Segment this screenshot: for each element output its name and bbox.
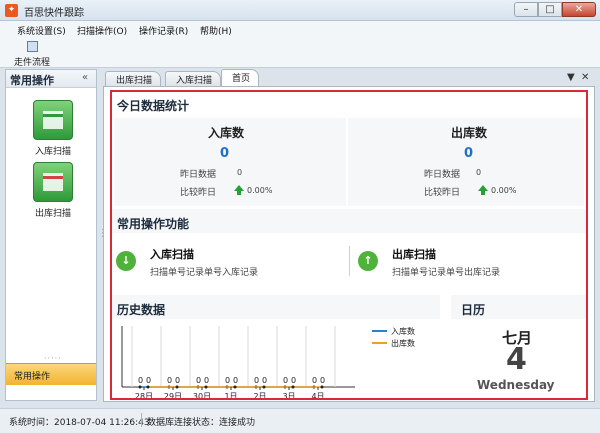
window-title: 百思快件跟踪 bbox=[24, 8, 84, 19]
sidebar-item-outbound-scan[interactable]: 出库扫描 bbox=[24, 162, 82, 219]
status-separator bbox=[141, 413, 142, 427]
outbound-compare-label: 比较昨日 bbox=[424, 188, 461, 198]
legend-label-outbound: 出库数 bbox=[391, 339, 415, 348]
inbound-yesterday-value: 0 bbox=[237, 168, 243, 177]
sidebar-splitter-grip[interactable]: ····· bbox=[44, 354, 62, 363]
outbound-yesterday-label: 昨日数据 bbox=[424, 170, 461, 180]
outbound-scan-icon bbox=[33, 162, 73, 202]
data-label: 0 bbox=[312, 376, 317, 385]
inbound-scan-icon bbox=[33, 100, 73, 140]
data-label: 0 bbox=[175, 376, 180, 385]
sidebar-item-label: 入库扫描 bbox=[34, 147, 71, 157]
inbound-function-desc: 扫描单号记录单号入库记录 bbox=[150, 268, 259, 278]
data-point bbox=[291, 385, 295, 389]
menu-operation-records[interactable]: 操作记录(R) bbox=[139, 24, 188, 37]
legend-swatch-outbound bbox=[372, 342, 387, 344]
sidebar-item-label: 出库扫描 bbox=[34, 209, 71, 219]
outbound-compare-value: 0.00% bbox=[491, 186, 517, 195]
data-label: 0 bbox=[262, 376, 267, 385]
data-label: 0 bbox=[146, 376, 151, 385]
x-tick-label: 2日 bbox=[253, 392, 266, 400]
tab-outbound-scan[interactable]: 出库扫描 bbox=[105, 71, 162, 86]
outbound-count-heading: 出库数 bbox=[451, 126, 488, 140]
tab-menu-icon[interactable]: ▼ bbox=[567, 72, 575, 83]
calendar-title: 日历 bbox=[461, 303, 486, 317]
minimize-button[interactable]: – bbox=[514, 2, 538, 17]
outbound-count-value: 0 bbox=[464, 146, 474, 161]
data-label: 0 bbox=[225, 376, 230, 385]
x-tick-label: 3日 bbox=[282, 392, 295, 400]
menu-bar: 系统设置(S) 扫描操作(O) 操作记录(R) 帮助(H) bbox=[0, 21, 600, 39]
menu-scan-operation[interactable]: 扫描操作(O) bbox=[77, 24, 127, 37]
toolbar: 走件流程 bbox=[0, 39, 600, 68]
functions-divider bbox=[349, 246, 350, 276]
history-title: 历史数据 bbox=[117, 303, 166, 317]
inbound-yesterday-label: 昨日数据 bbox=[180, 170, 217, 180]
data-point bbox=[233, 385, 237, 389]
data-label: 0 bbox=[320, 376, 325, 385]
x-tick-label: 29日 bbox=[164, 392, 182, 400]
x-tick-label: 30日 bbox=[193, 392, 211, 400]
data-label: 0 bbox=[283, 376, 288, 385]
data-label: 0 bbox=[291, 376, 296, 385]
outbound-function-title[interactable]: 出库扫描 bbox=[392, 246, 436, 262]
maximize-button[interactable]: □ bbox=[538, 2, 562, 17]
menu-system-settings[interactable]: 系统设置(S) bbox=[17, 24, 66, 37]
data-label: 0 bbox=[204, 376, 209, 385]
data-label: 0 bbox=[138, 376, 143, 385]
data-point bbox=[204, 385, 208, 389]
data-label: 0 bbox=[196, 376, 201, 385]
app-icon: ✦ bbox=[5, 4, 18, 17]
db-connection-status: 数据库连接状态：连接成功 bbox=[147, 418, 256, 428]
data-point bbox=[175, 385, 179, 389]
inbound-compare-label: 比较昨日 bbox=[180, 188, 217, 198]
tab-inbound-scan[interactable]: 入库扫描 bbox=[165, 71, 222, 86]
sidebar-header: 常用操作 « bbox=[6, 70, 96, 88]
flow-button-label[interactable]: 走件流程 bbox=[14, 55, 50, 68]
x-tick-label: 28日 bbox=[135, 392, 153, 400]
functions-title: 常用操作功能 bbox=[117, 217, 190, 231]
flow-icon[interactable] bbox=[27, 41, 38, 52]
data-point bbox=[146, 385, 150, 389]
data-label: 0 bbox=[167, 376, 172, 385]
outbound-function-desc: 扫描单号记录单号出库记录 bbox=[392, 268, 501, 278]
outbound-yesterday-value: 0 bbox=[476, 168, 482, 177]
sidebar-title: 常用操作 bbox=[10, 74, 54, 87]
inbound-count-heading: 入库数 bbox=[208, 126, 245, 140]
calendar-weekday: Wednesday bbox=[477, 378, 555, 392]
calendar-day: 4 bbox=[506, 342, 527, 377]
system-time: 系统时间：2018-07-04 11:26:43 bbox=[9, 418, 150, 428]
sidebar-footer-label: 常用操作 bbox=[14, 372, 51, 382]
up-arrow-icon bbox=[234, 185, 244, 195]
data-point bbox=[138, 385, 142, 389]
status-bar: 系统时间：2018-07-04 11:26:43 数据库连接状态：连接成功 bbox=[0, 408, 600, 433]
menu-help[interactable]: 帮助(H) bbox=[200, 24, 232, 37]
today-stats-title: 今日数据统计 bbox=[117, 99, 190, 113]
collapse-icon[interactable]: « bbox=[82, 72, 88, 83]
tab-strip: 出库扫描 入库扫描 首页 ▼ ✕ bbox=[103, 69, 595, 86]
sidebar: 常用操作 « 入库扫描 出库扫描 ····· 常用操作 bbox=[5, 69, 97, 401]
legend-swatch-inbound bbox=[372, 330, 387, 332]
close-window-button[interactable]: ✕ bbox=[562, 2, 596, 17]
tab-close-icon[interactable]: ✕ bbox=[581, 72, 589, 83]
inbound-compare-value: 0.00% bbox=[247, 186, 273, 195]
inbound-arrow-icon[interactable]: ↓ bbox=[116, 251, 136, 271]
data-point bbox=[262, 385, 266, 389]
sidebar-footer-tab[interactable]: 常用操作 bbox=[6, 363, 96, 385]
x-tick-label: 1日 bbox=[224, 392, 237, 400]
title-bar: ✦ 百思快件跟踪 – □ ✕ bbox=[0, 0, 600, 21]
data-point bbox=[320, 385, 324, 389]
inbound-count-value: 0 bbox=[220, 146, 230, 161]
legend-label-inbound: 入库数 bbox=[391, 327, 415, 336]
data-label: 0 bbox=[233, 376, 238, 385]
data-label: 0 bbox=[254, 376, 259, 385]
up-arrow-icon bbox=[478, 185, 488, 195]
tab-home[interactable]: 首页 bbox=[221, 69, 260, 86]
outbound-arrow-icon[interactable]: ↑ bbox=[358, 251, 378, 271]
sidebar-item-inbound-scan[interactable]: 入库扫描 bbox=[24, 100, 82, 157]
inbound-function-title[interactable]: 入库扫描 bbox=[150, 246, 194, 262]
x-tick-label: 4日 bbox=[311, 392, 324, 400]
